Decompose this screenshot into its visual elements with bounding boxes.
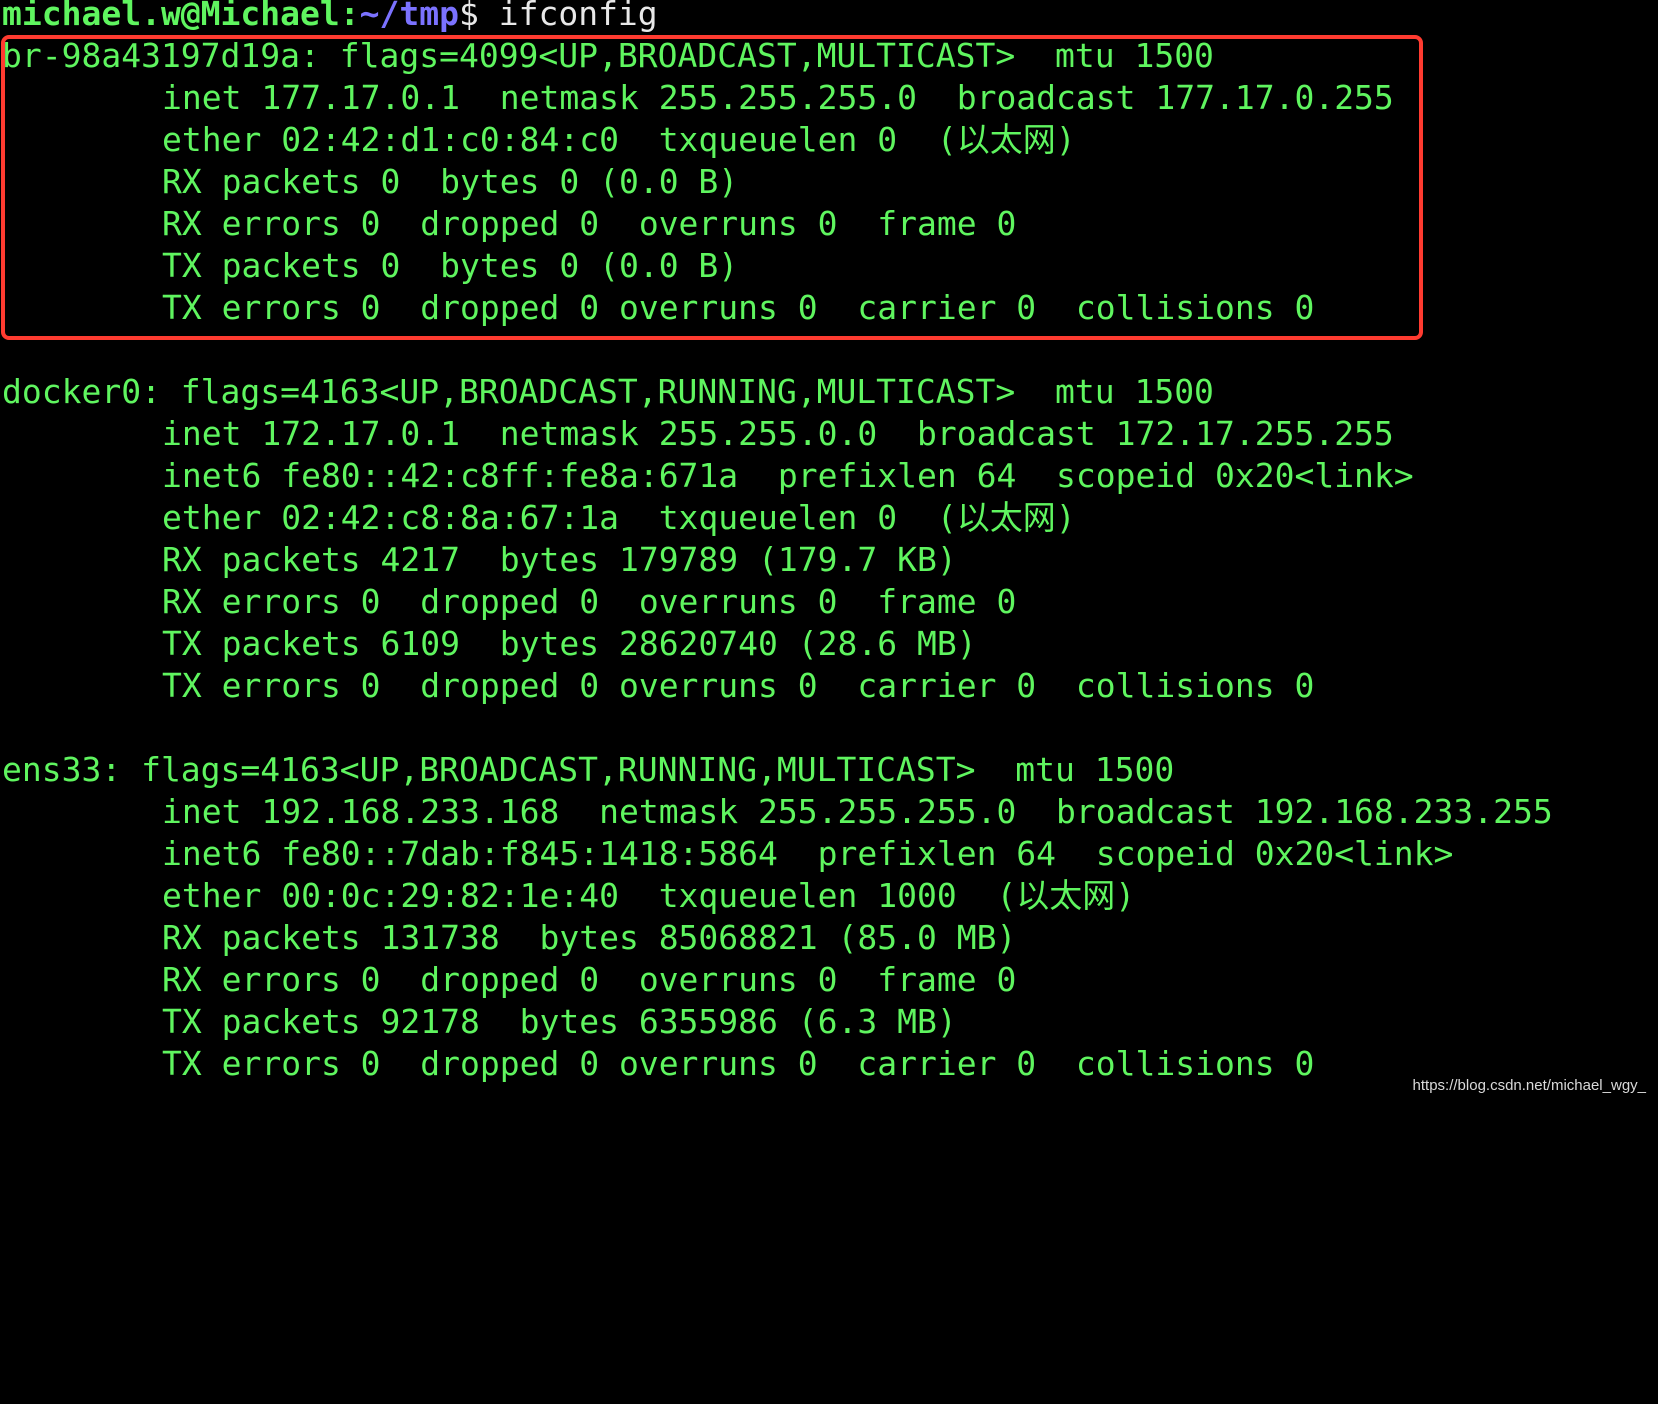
prompt-path: ~/tmp [359, 0, 459, 33]
interface-line: TX packets 92178 bytes 6355986 (6.3 MB) [162, 1002, 957, 1041]
interface-line: RX packets 131738 bytes 85068821 (85.0 M… [162, 918, 1017, 957]
command-text: ifconfig [478, 0, 658, 33]
prompt-sign: $ [458, 0, 479, 33]
prompt-colon: : [339, 0, 360, 33]
interface-line: TX errors 0 dropped 0 overruns 0 carrier… [162, 666, 1315, 705]
interface-line: RX errors 0 dropped 0 overruns 0 frame 0 [162, 582, 1017, 621]
interface-line: inet 172.17.0.1 netmask 255.255.0.0 broa… [162, 414, 1394, 453]
interface-line: RX errors 0 dropped 0 overruns 0 frame 0 [162, 960, 1017, 999]
watermark-text: https://blog.csdn.net/michael_wgy_ [1412, 1077, 1646, 1094]
interface-line: ether 00:0c:29:82:1e:40 txqueuelen 1000 … [162, 876, 1136, 915]
interface-line: inet6 fe80::42:c8ff:fe8a:671a prefixlen … [162, 456, 1414, 495]
interface-line: TX packets 6109 bytes 28620740 (28.6 MB) [162, 624, 977, 663]
terminal-window[interactable]: michael.w@Michael:~/tmp$ ifconfig br-98a… [0, 0, 1658, 1102]
interface-line: inet 192.168.233.168 netmask 255.255.255… [162, 792, 1553, 831]
highlight-box [1, 35, 1423, 340]
interface-header: ens33: flags=4163<UP,BROADCAST,RUNNING,M… [2, 750, 1175, 789]
interface-line: inet6 fe80::7dab:f845:1418:5864 prefixle… [162, 834, 1454, 873]
interface-header: docker0: flags=4163<UP,BROADCAST,RUNNING… [2, 372, 1214, 411]
interface-line: ether 02:42:c8:8a:67:1a txqueuelen 0 (以太… [162, 498, 1076, 537]
interface-line: TX errors 0 dropped 0 overruns 0 carrier… [162, 1044, 1315, 1083]
prompt-line: michael.w@Michael:~/tmp$ ifconfig [2, 0, 658, 35]
interface-line: RX packets 4217 bytes 179789 (179.7 KB) [162, 540, 957, 579]
prompt-user-host: michael.w@Michael [2, 0, 340, 33]
